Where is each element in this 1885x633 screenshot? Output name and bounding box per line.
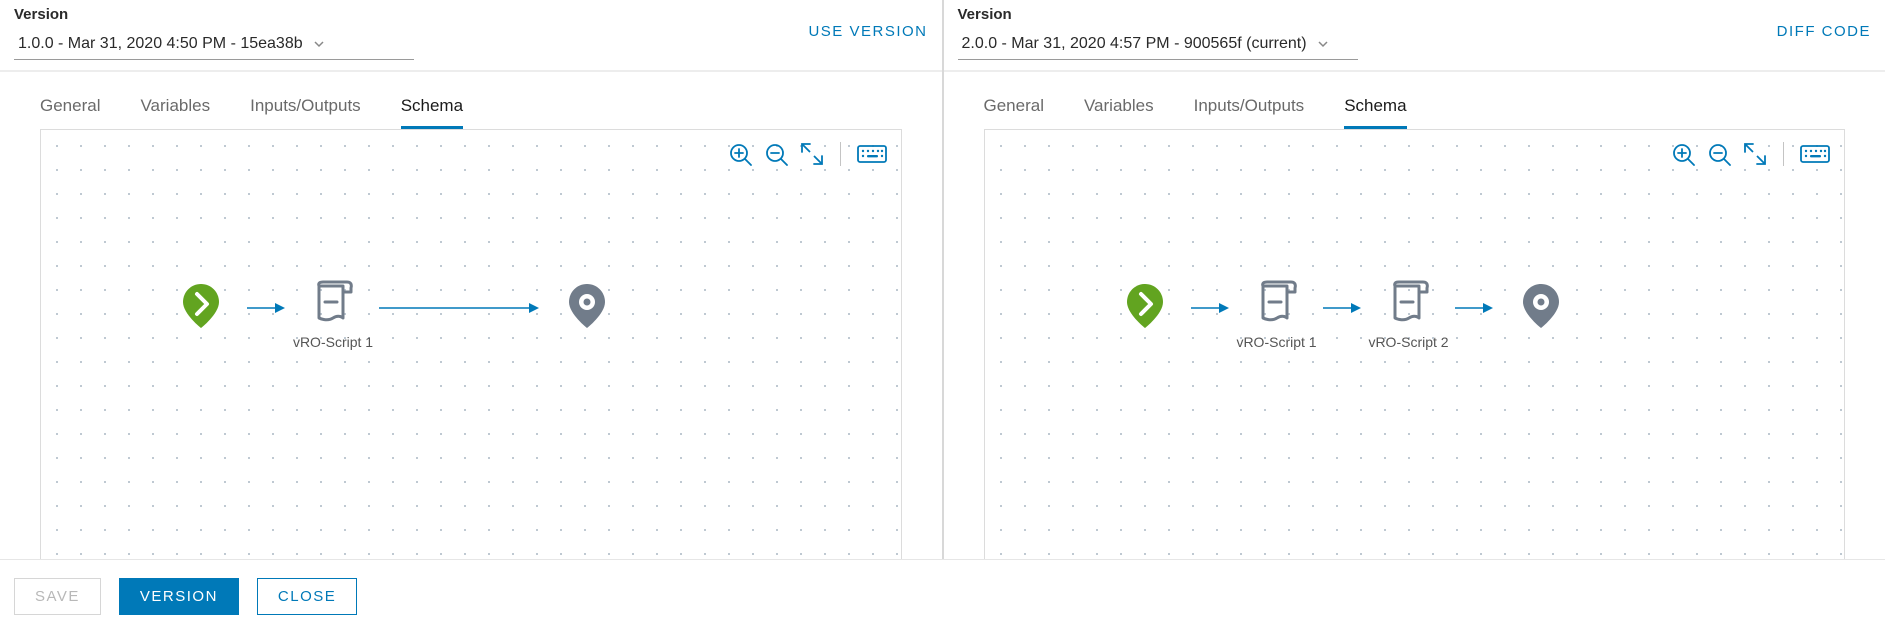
chevron-down-icon bbox=[313, 38, 325, 50]
end-pin-icon bbox=[1517, 280, 1565, 332]
start-pin-icon bbox=[1121, 280, 1169, 332]
keyboard-icon[interactable] bbox=[1800, 142, 1830, 166]
close-button[interactable]: CLOSE bbox=[257, 578, 357, 615]
end-node[interactable] bbox=[547, 280, 627, 332]
tab-variables[interactable]: Variables bbox=[140, 96, 210, 129]
version-button[interactable]: VERSION bbox=[119, 578, 239, 615]
flow-arrow-icon bbox=[241, 280, 293, 314]
script-node[interactable]: vRO-Script 2 bbox=[1369, 280, 1449, 350]
toolbar-separator bbox=[840, 142, 841, 166]
version-select[interactable]: 2.0.0 - Mar 31, 2020 4:57 PM - 900565f (… bbox=[958, 29, 1358, 60]
tab-inputs-outputs[interactable]: Inputs/Outputs bbox=[1194, 96, 1305, 129]
script-node-label: vRO-Script 2 bbox=[1368, 334, 1448, 350]
keyboard-icon[interactable] bbox=[857, 142, 887, 166]
start-pin-icon bbox=[177, 280, 225, 332]
tabs: General Variables Inputs/Outputs Schema bbox=[0, 72, 942, 129]
version-label: Version bbox=[958, 6, 1358, 23]
tab-general[interactable]: General bbox=[984, 96, 1044, 129]
schema-canvas[interactable]: vRO-Script 1 bbox=[40, 129, 902, 559]
fit-screen-icon[interactable] bbox=[1743, 142, 1767, 166]
flow-arrow-icon bbox=[1449, 280, 1501, 314]
tab-inputs-outputs[interactable]: Inputs/Outputs bbox=[250, 96, 361, 129]
left-panel: Version 1.0.0 - Mar 31, 2020 4:50 PM - 1… bbox=[0, 0, 942, 559]
schema-canvas[interactable]: vRO-Script 1 vRO-Script 2 bbox=[984, 129, 1846, 559]
zoom-in-icon[interactable] bbox=[1671, 142, 1695, 166]
script-node-label: vRO-Script 1 bbox=[1236, 334, 1316, 350]
tab-schema[interactable]: Schema bbox=[1344, 96, 1406, 129]
flow-arrow-icon bbox=[1185, 280, 1237, 314]
flow-arrow-icon bbox=[1317, 280, 1369, 314]
right-panel: Version 2.0.0 - Mar 31, 2020 4:57 PM - 9… bbox=[944, 0, 1885, 559]
tab-variables[interactable]: Variables bbox=[1084, 96, 1154, 129]
version-select[interactable]: 1.0.0 - Mar 31, 2020 4:50 PM - 15ea38b bbox=[14, 29, 414, 60]
tabs: General Variables Inputs/Outputs Schema bbox=[944, 72, 1885, 129]
zoom-out-icon[interactable] bbox=[1707, 142, 1731, 166]
script-node[interactable]: vRO-Script 1 bbox=[1237, 280, 1317, 350]
version-value: 1.0.0 - Mar 31, 2020 4:50 PM - 15ea38b bbox=[18, 35, 303, 53]
diff-code-button[interactable]: DIFF CODE bbox=[1777, 23, 1871, 44]
zoom-in-icon[interactable] bbox=[728, 142, 752, 166]
script-icon bbox=[1385, 280, 1433, 324]
script-icon bbox=[309, 280, 357, 324]
script-icon bbox=[1253, 280, 1301, 324]
save-button: SAVE bbox=[14, 578, 101, 615]
version-label: Version bbox=[14, 6, 414, 23]
start-node[interactable] bbox=[1105, 280, 1185, 332]
end-node[interactable] bbox=[1501, 280, 1581, 332]
toolbar-separator bbox=[1783, 142, 1784, 166]
script-node-label: vRO-Script 1 bbox=[293, 334, 373, 350]
start-node[interactable] bbox=[161, 280, 241, 332]
tab-general[interactable]: General bbox=[40, 96, 100, 129]
chevron-down-icon bbox=[1317, 38, 1329, 50]
footer-bar: SAVE VERSION CLOSE bbox=[0, 560, 1885, 633]
zoom-out-icon[interactable] bbox=[764, 142, 788, 166]
tab-schema[interactable]: Schema bbox=[401, 96, 463, 129]
fit-screen-icon[interactable] bbox=[800, 142, 824, 166]
script-node[interactable]: vRO-Script 1 bbox=[293, 280, 373, 350]
end-pin-icon bbox=[563, 280, 611, 332]
version-value: 2.0.0 - Mar 31, 2020 4:57 PM - 900565f (… bbox=[962, 35, 1307, 53]
use-version-button[interactable]: USE VERSION bbox=[808, 23, 927, 44]
flow-arrow-icon bbox=[373, 280, 547, 314]
